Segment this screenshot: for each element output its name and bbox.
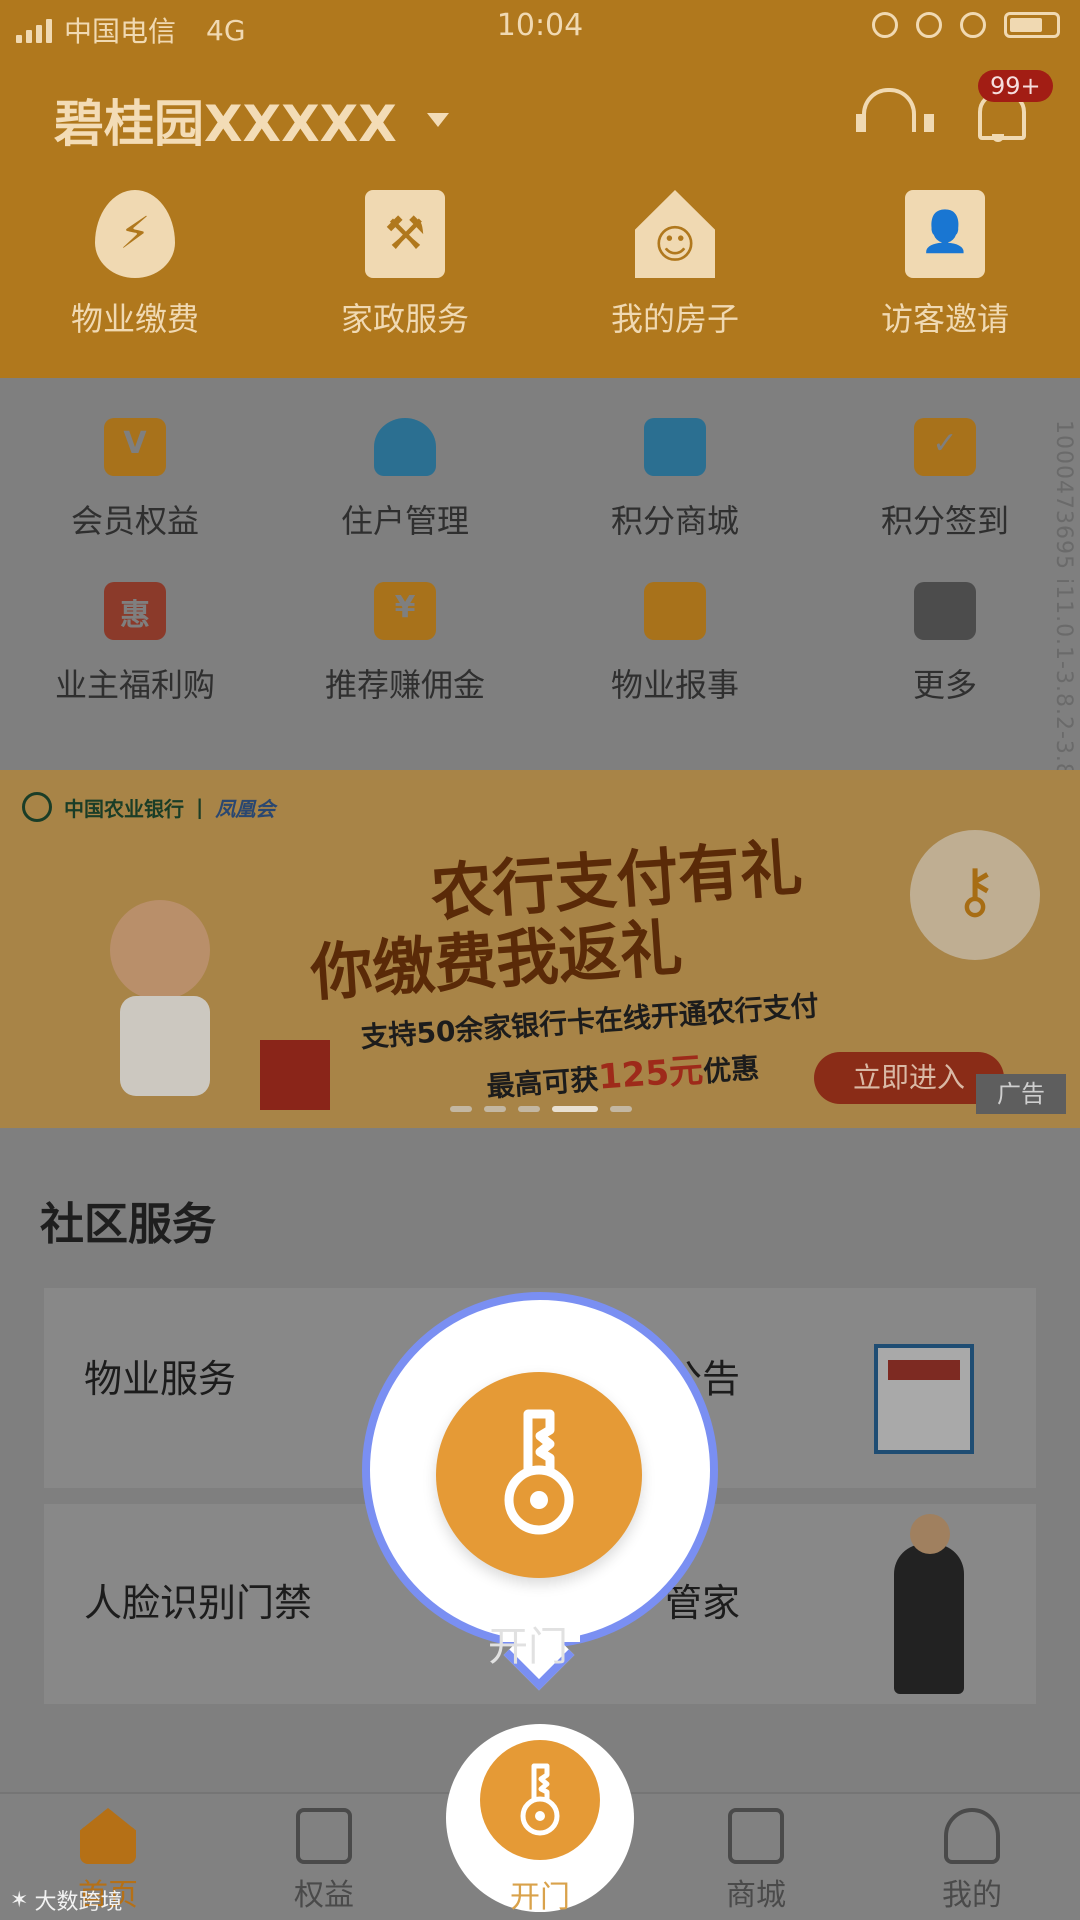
calendar-check-icon: ✓ — [914, 418, 976, 476]
cheering-man-illustration — [60, 900, 240, 1110]
key-icon — [504, 1409, 574, 1535]
version-side-text: 1000473695 i11.0.1-3.8.2-3.8.2 — [1051, 420, 1076, 801]
tab-benefits[interactable]: 权益 — [216, 1794, 432, 1920]
crown-icon — [296, 1808, 352, 1864]
watermark: ✶ 大数跨境 — [10, 1887, 123, 1916]
promo-banner[interactable]: 中国农业银行 | 凤凰会 农行支付有礼 你缴费我返礼 支持50余家银行卡在线开通… — [0, 770, 1080, 1128]
secondary-service-grid: V 会员权益 住户管理 积分商城 ✓ 积分签到 惠 业主福利购 ¥ 推荐赚佣金 … — [0, 418, 1080, 706]
user-icon — [944, 1808, 1000, 1864]
more-grid-icon — [914, 582, 976, 640]
header-bar: 中国电信 4G 10:04 碧桂园XXXXX 99+ 物业缴费 家政服务 我的房… — [0, 0, 1080, 378]
rotation-lock-icon — [872, 12, 898, 38]
open-door-tab-label: 开门 — [510, 1880, 570, 1915]
grid-item-label: 积分签到 — [880, 502, 1009, 540]
banner-highlight-amount: 125元 — [596, 1050, 705, 1098]
home-icon — [80, 1808, 136, 1864]
bolt-drop-icon — [95, 190, 175, 278]
bank-logo: 中国农业银行 | 凤凰会 — [22, 792, 275, 822]
gift-box-illustration — [260, 1040, 330, 1110]
ad-tag: 广告 — [976, 1074, 1066, 1114]
my-house-button[interactable]: 我的房子 — [540, 190, 810, 340]
grid-item-label: 住户管理 — [340, 502, 469, 540]
community-selector[interactable]: 碧桂园XXXXX — [54, 84, 449, 156]
open-door-faded-label: 开门 — [488, 1624, 568, 1670]
tab-label: 我的 — [942, 1878, 1002, 1913]
grid-item-resident-management[interactable]: 住户管理 — [270, 418, 540, 542]
grid-item-more[interactable]: 更多 — [810, 582, 1080, 706]
bank-name: 中国农业银行 — [64, 796, 184, 821]
visitor-invite-button[interactable]: 访客邀请 — [810, 190, 1080, 340]
grid-item-points-mall[interactable]: 积分商城 — [540, 418, 810, 542]
carousel-dots — [450, 1106, 632, 1112]
grid-item-property-report[interactable]: 物业报事 — [540, 582, 810, 706]
enlarged-open-door-button[interactable] — [436, 1372, 642, 1578]
tab-label: 权益 — [294, 1878, 354, 1913]
alarm-icon — [916, 12, 942, 38]
headphones-icon — [960, 12, 986, 38]
grid-item-member-benefits[interactable]: V 会员权益 — [0, 418, 270, 542]
key-icon — [520, 1763, 560, 1836]
grid-item-label: 会员权益 — [70, 502, 199, 540]
grid-item-label: 推荐赚佣金 — [324, 666, 485, 704]
top-item-label: 物业缴费 — [70, 300, 199, 338]
top-item-label: 家政服务 — [340, 300, 469, 338]
top-service-grid: 物业缴费 家政服务 我的房子 访客邀请 — [0, 190, 1080, 340]
chevron-down-icon — [426, 113, 449, 127]
status-bar: 中国电信 4G 10:04 — [0, 0, 1080, 56]
grid-item-owner-benefits[interactable]: 惠 业主福利购 — [0, 582, 270, 706]
section-title-community: 社区服务 — [40, 1199, 216, 1250]
top-item-label: 我的房子 — [610, 300, 739, 338]
house-icon — [635, 190, 715, 278]
shopping-bag-icon: 惠 — [104, 582, 166, 640]
crown-icon: V — [104, 418, 166, 476]
partner-name: 凤凰会 — [215, 796, 276, 821]
tab-label: 商城 — [726, 1878, 786, 1913]
bank-emblem-icon — [22, 792, 52, 822]
battery-icon — [1004, 12, 1060, 38]
community-name: 碧桂园XXXXX — [54, 95, 397, 153]
customer-service-icon[interactable] — [854, 80, 934, 144]
tab-mine[interactable]: 我的 — [864, 1794, 1080, 1920]
shopping-bag-icon — [728, 1808, 784, 1864]
property-payment-button[interactable]: 物业缴费 — [0, 190, 270, 340]
tab-open-door[interactable] — [480, 1740, 600, 1860]
edit-note-icon — [644, 582, 706, 640]
grid-item-points-checkin[interactable]: ✓ 积分签到 — [810, 418, 1080, 542]
face-access-label: 人脸识别门禁 — [84, 1581, 313, 1625]
notice-board-icon — [874, 1344, 974, 1454]
users-icon — [374, 418, 436, 476]
grid-item-label: 物业报事 — [610, 666, 739, 704]
grid-item-label: 积分商城 — [610, 502, 739, 540]
watermark-logo-icon: ✶ — [10, 1887, 29, 1913]
housekeeping-button[interactable]: 家政服务 — [270, 190, 540, 340]
property-service-label: 物业服务 — [84, 1357, 237, 1401]
grid-item-label: 业主福利购 — [54, 666, 215, 704]
banner-desc-2: 最高可获125元优惠 — [485, 1050, 761, 1104]
tab-mall[interactable]: 商城 — [648, 1794, 864, 1920]
visitor-badge-icon — [905, 190, 985, 278]
grid-item-referral[interactable]: ¥ 推荐赚佣金 — [270, 582, 540, 706]
status-right — [872, 12, 1060, 38]
floating-key-icon[interactable] — [910, 830, 1040, 960]
grid-item-label: 更多 — [912, 666, 977, 704]
top-item-label: 访客邀请 — [880, 300, 1009, 338]
broom-icon — [365, 190, 445, 278]
yen-icon: ¥ — [374, 582, 436, 640]
banner-title-2: 你缴费我返礼 — [308, 911, 685, 1010]
gift-icon — [644, 418, 706, 476]
notification-badge: 99+ — [978, 70, 1053, 102]
butler-illustration — [894, 1514, 964, 1694]
